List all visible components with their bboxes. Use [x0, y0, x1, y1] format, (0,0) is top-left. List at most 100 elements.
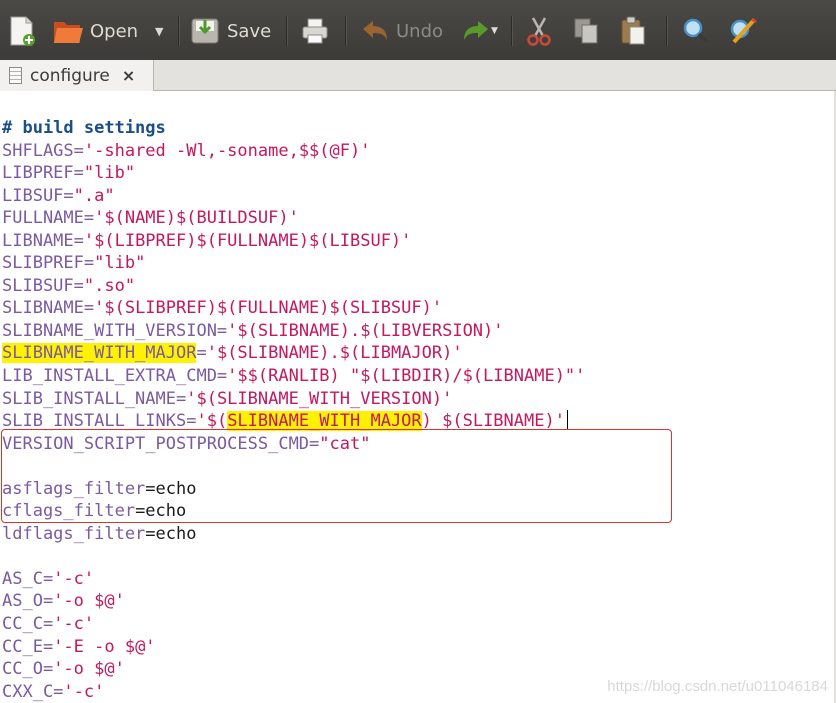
code-token: '$(SLIBPREF)$(FULLNAME)$(SLIBSUF)' [94, 298, 443, 319]
close-tab-icon[interactable]: × [122, 66, 135, 85]
code-line[interactable]: CC_C='-c' [2, 613, 585, 636]
code-token: LIB_INSTALL_EXTRA_CMD= [2, 366, 228, 387]
code-token: SHFLAGS= [2, 140, 84, 161]
save-label: Save [227, 20, 272, 42]
copy-icon [574, 18, 598, 44]
code-token: "lib" [83, 163, 136, 184]
code-line[interactable]: # build settings [2, 117, 585, 140]
code-line[interactable]: FULLNAME='$(NAME)$(BUILDSUF)' [2, 207, 585, 230]
code-token: AS_O= [2, 591, 54, 612]
code-token: =echo [145, 523, 197, 544]
code-token: = [196, 343, 207, 364]
code-line[interactable]: SLIB_INSTALL_NAME='$(SLIBNAME_WITH_VERSI… [2, 388, 585, 411]
code-line[interactable] [2, 545, 585, 568]
code-line[interactable]: CC_O='-o $@' [2, 658, 585, 681]
watermark: https://blog.csdn.net/u011046184 [607, 678, 828, 695]
code-line[interactable]: AS_C='-c' [2, 568, 585, 591]
print-button[interactable] [300, 13, 330, 49]
new-document-icon [10, 16, 35, 46]
code-token: SLIB_INSTALL_NAME= [2, 388, 187, 409]
copy-button[interactable] [572, 13, 600, 49]
annotation-highlight-box [1, 429, 672, 523]
text-editor-area[interactable]: # build settings SHFLAGS='-shared -Wl,-so… [0, 91, 836, 703]
code-token: '-o $@' [53, 591, 125, 612]
code-line[interactable]: LIB_INSTALL_EXTRA_CMD='$$(RANLIB) "$(LIB… [2, 365, 585, 388]
redo-arrow-icon [464, 21, 488, 40]
code-token: CC_E= [2, 636, 54, 657]
redo-button[interactable]: ▼ [461, 13, 498, 49]
text-cursor [566, 410, 568, 431]
cut-button[interactable] [525, 13, 553, 49]
redo-dropdown-arrow-icon[interactable]: ▼ [491, 26, 498, 36]
code-line[interactable]: LIBPREF="lib" [2, 162, 585, 185]
code-token: ldflags_filter [2, 523, 146, 544]
code-line[interactable]: SLIBPREF="lib" [2, 252, 585, 275]
code-token: '$(NAME)$(BUILDSUF)' [94, 208, 299, 229]
code-line[interactable]: SLIBNAME='$(SLIBPREF)$(FULLNAME)$(SLIBSU… [2, 297, 585, 320]
code-token: CC_C= [2, 614, 54, 635]
code-line[interactable]: CC_E='-E -o $@' [2, 636, 585, 659]
toolbar-separator [511, 16, 513, 46]
printer-icon [302, 18, 328, 44]
code-token: '$(SLIBNAME).$(LIBVERSION)' [227, 320, 504, 341]
code-token: SLIBSUF= [2, 275, 84, 296]
save-button[interactable]: Save [189, 13, 271, 49]
text-document-icon [9, 67, 22, 84]
code-token: SLIBNAME_WITH_VERSION= [2, 320, 228, 341]
folder-open-icon [54, 22, 83, 43]
new-button[interactable] [8, 13, 36, 49]
tab-configure[interactable]: configure × [0, 60, 154, 91]
code-token: '-E -o $@' [53, 636, 156, 657]
toolbar-separator [345, 16, 347, 46]
code-token: ".a" [73, 185, 115, 206]
magnifier-search-icon [683, 18, 709, 44]
find-button[interactable] [681, 13, 711, 49]
find-replace-icon [730, 17, 757, 44]
toolbar-separator [178, 16, 180, 46]
code-token: CXX_C= [2, 681, 64, 702]
search-highlight-token: SLIBNAME_WITH_MAJOR [2, 343, 197, 364]
code-token: FULLNAME= [2, 208, 95, 229]
find-replace-button[interactable] [728, 13, 760, 49]
code-token: '-c' [53, 568, 95, 589]
code-token: ".so" [83, 275, 136, 296]
undo-button[interactable]: Undo [360, 13, 443, 49]
code-token: '-o $@' [53, 659, 125, 680]
code-line[interactable]: LIBNAME='$(LIBPREF)$(FULLNAME)$(LIBSUF)' [2, 230, 585, 253]
code-token: '-c' [63, 681, 105, 702]
open-button[interactable]: Open [52, 13, 138, 49]
code-line[interactable]: SLIBSUF=".so" [2, 275, 585, 298]
code-line[interactable]: AS_O='-o $@' [2, 590, 585, 613]
code-line[interactable]: SLIBNAME_WITH_MAJOR='$(SLIBNAME).$(LIBMA… [2, 342, 585, 365]
code-line[interactable]: CXX_C='-c' [2, 681, 585, 703]
paste-button[interactable] [618, 13, 648, 49]
code-token: CC_O= [2, 659, 54, 680]
code-line[interactable]: LIBSUF=".a" [2, 185, 585, 208]
code-line[interactable]: ldflags_filter=echo [2, 523, 585, 546]
code-token: SLIBNAME= [2, 298, 95, 319]
code-line[interactable]: SLIBNAME_WITH_VERSION='$(SLIBNAME).$(LIB… [2, 320, 585, 343]
code-token: LIBNAME= [2, 230, 84, 251]
code-token: LIBSUF= [2, 185, 74, 206]
paste-clipboard-icon [621, 16, 645, 45]
code-token: LIBPREF= [2, 163, 84, 184]
code-token: '-c' [53, 614, 95, 635]
code-token: '$$(RANLIB) "$(LIBDIR)/$(LIBNAME)"' [227, 366, 586, 387]
code-token: AS_C= [2, 568, 54, 589]
scissors-icon [527, 17, 551, 46]
undo-arrow-icon [363, 21, 387, 40]
code-token: '$(SLIBNAME).$(LIBMAJOR)' [206, 343, 463, 364]
open-recent-dropdown[interactable]: ▼ [155, 13, 163, 49]
code-line[interactable]: SHFLAGS='-shared -Wl,-soname,$$(@F)' [2, 140, 585, 163]
save-download-icon [191, 18, 219, 44]
toolbar: Open ▼ Save Undo ▼ [0, 0, 836, 60]
toolbar-separator [286, 16, 288, 46]
code-view[interactable]: # build settings SHFLAGS='-shared -Wl,-so… [2, 117, 585, 703]
document-tab-bar: configure × [0, 60, 836, 91]
tab-title: configure [30, 65, 110, 86]
undo-label: Undo [396, 20, 444, 42]
code-token: '$(LIBPREF)$(FULLNAME)$(LIBSUF)' [83, 230, 412, 251]
code-token: '-shared -Wl,-soname,$$(@F)' [83, 140, 371, 161]
code-token: SLIBPREF= [2, 253, 95, 274]
dropdown-arrow-icon: ▼ [155, 24, 164, 38]
